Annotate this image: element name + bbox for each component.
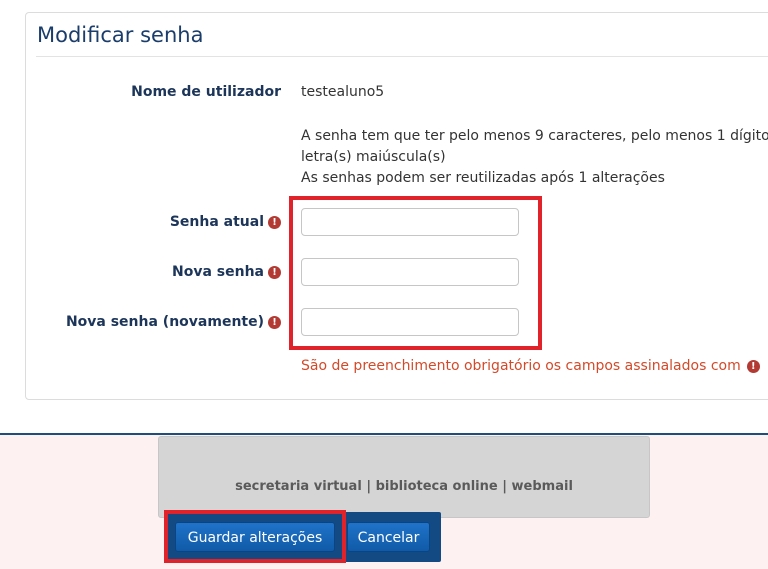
save-button-highlight-box — [164, 510, 346, 563]
policy-line-2: letra(s) maiúscula(s) — [301, 149, 446, 165]
link-separator: | — [502, 479, 507, 494]
policy-line-3: As senhas podem ser reutilizadas após 1 … — [301, 170, 665, 186]
new-password-label: Nova senha! — [172, 264, 281, 280]
policy-line-1: A senha tem que ter pelo menos 9 caracte… — [301, 128, 768, 144]
password-policy: A senha tem que ter pelo menos 9 caracte… — [301, 126, 768, 189]
footer-links-box: secretaria virtual | biblioteca online |… — [158, 436, 650, 518]
required-icon: ! — [268, 216, 281, 229]
link-webmail[interactable]: webmail — [512, 479, 573, 494]
title-divider — [36, 56, 768, 57]
link-secretaria-virtual[interactable]: secretaria virtual — [235, 479, 362, 494]
current-password-label: Senha atual! — [170, 214, 281, 230]
new-password-again-label: Nova senha (novamente)! — [66, 314, 281, 330]
page-title: Modificar senha — [37, 23, 204, 47]
footer-links: secretaria virtual | biblioteca online |… — [159, 479, 649, 494]
required-icon: ! — [268, 266, 281, 279]
cancel-button[interactable]: Cancelar — [347, 522, 430, 552]
required-fields-note: São de preenchimento obrigatório os camp… — [301, 358, 760, 374]
username-label: Nome de utilizador — [131, 84, 281, 100]
footer-divider — [0, 433, 768, 435]
link-separator: | — [366, 479, 372, 494]
inputs-highlight-box — [289, 196, 542, 350]
required-icon: ! — [746, 360, 760, 373]
username-value: testealuno5 — [301, 84, 385, 100]
required-icon: ! — [268, 316, 281, 329]
link-biblioteca-online[interactable]: biblioteca online — [376, 479, 498, 494]
